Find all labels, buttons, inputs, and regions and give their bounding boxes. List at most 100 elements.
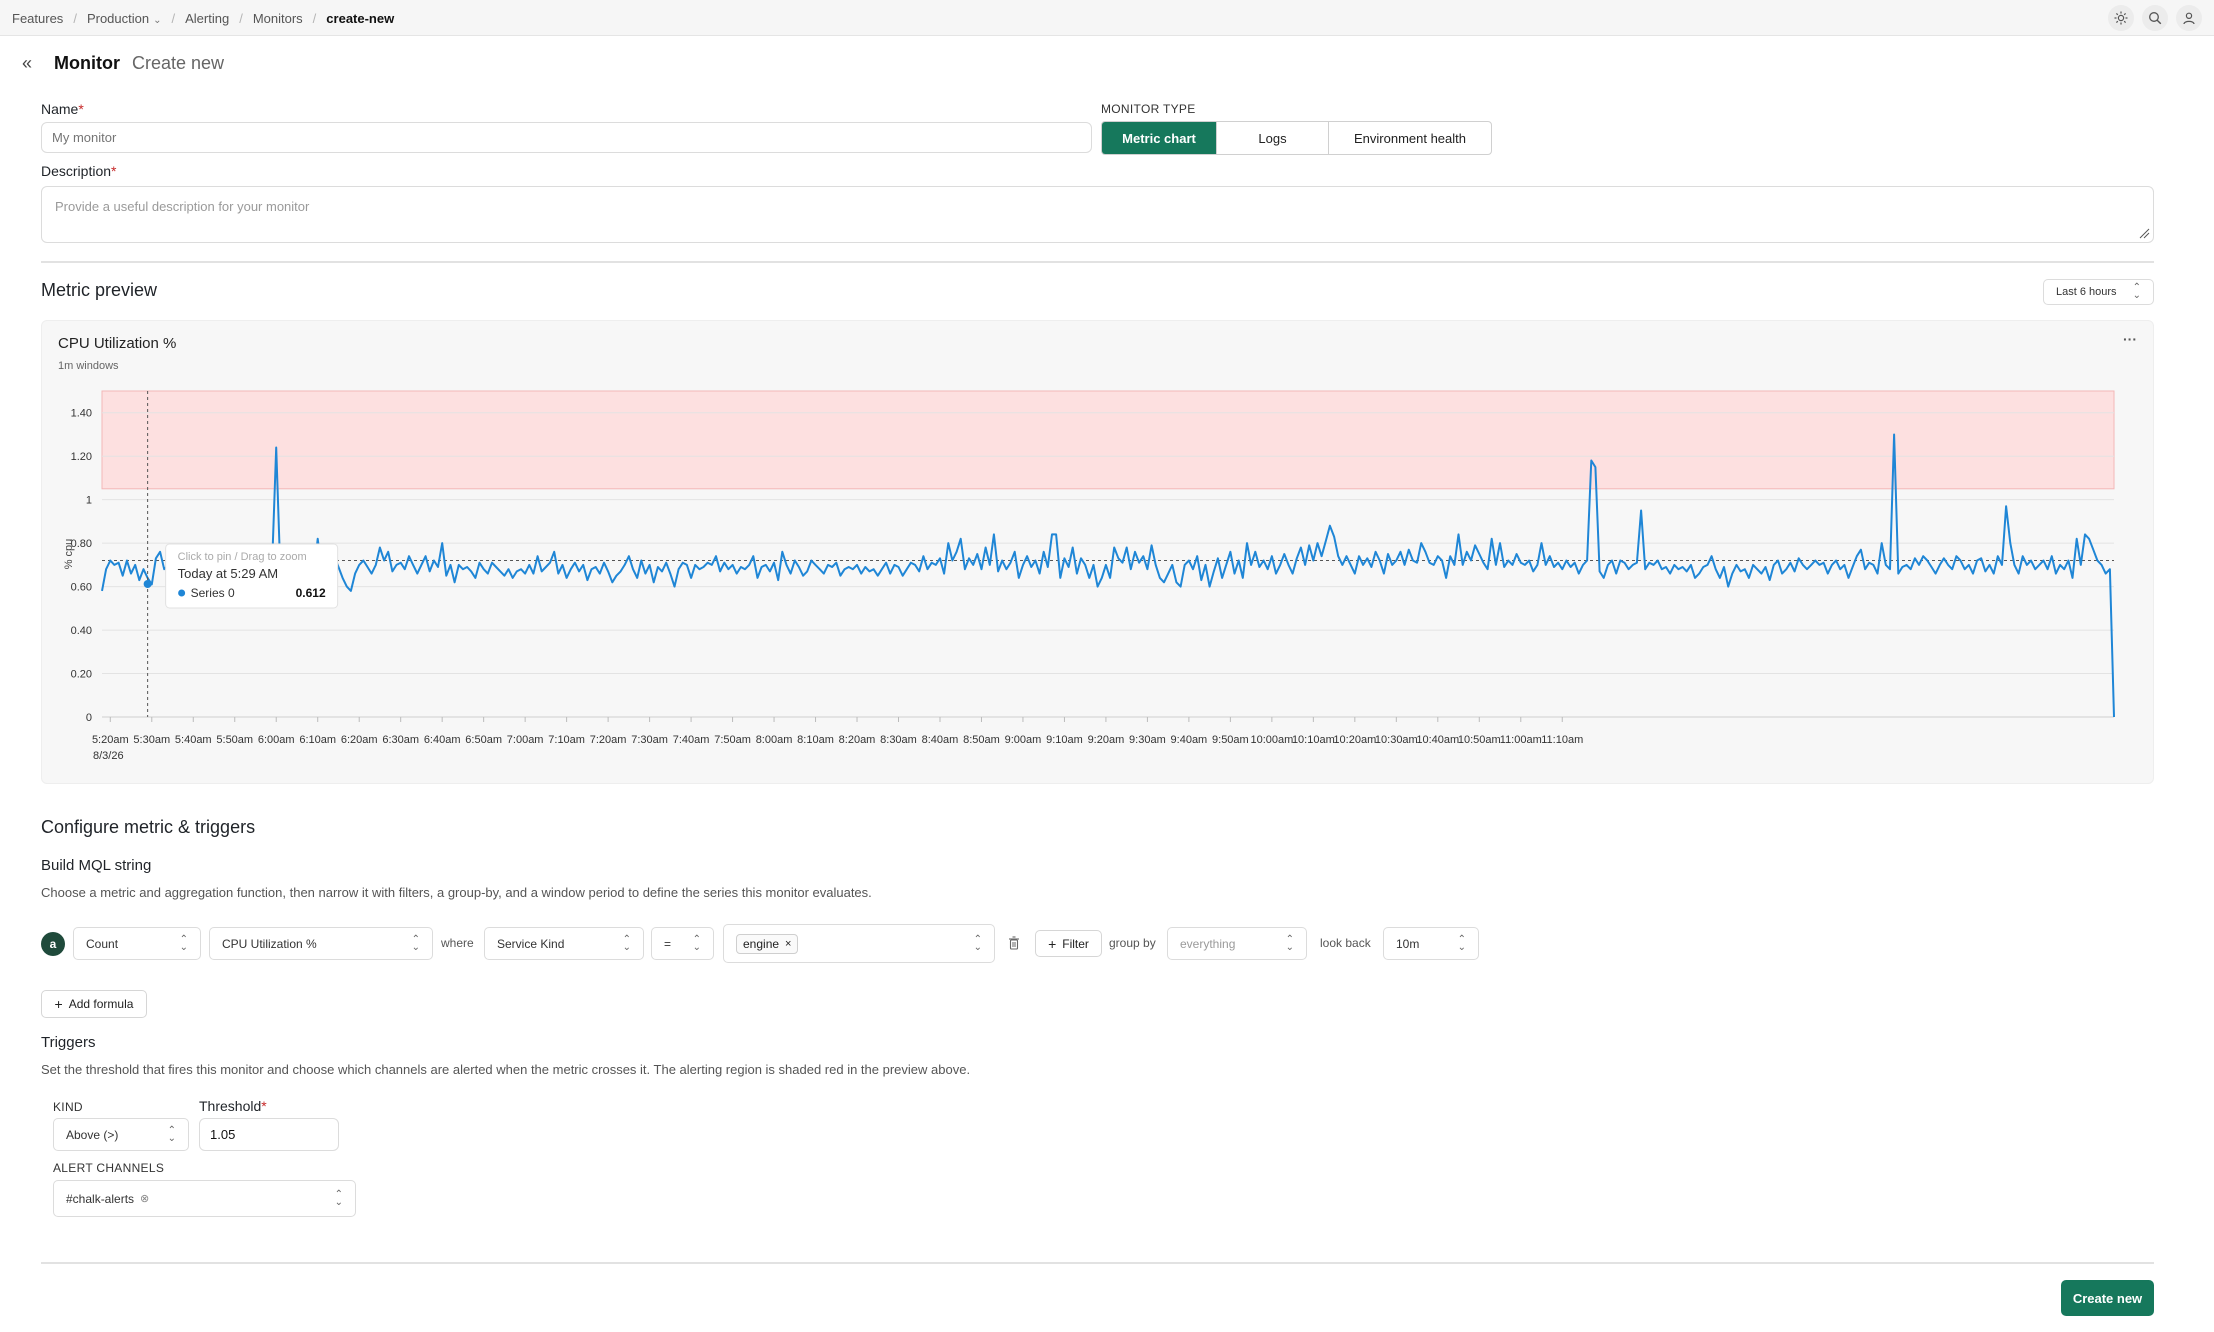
back-button[interactable]: « — [22, 53, 42, 74]
x-tick-label: 9:40am — [1171, 734, 1208, 746]
metric-select[interactable]: CPU Utilization % ⌃ ⌄ — [209, 927, 433, 960]
chevron-updown-icon: ⌃ ⌄ — [334, 1188, 343, 1208]
plus-icon: + — [54, 996, 63, 1012]
remove-channel-icon[interactable]: ⊗ — [140, 1192, 149, 1205]
alert-channel-value: #chalk-alerts — [66, 1191, 135, 1206]
description-textarea[interactable]: Provide a useful description for your mo… — [41, 186, 2154, 243]
plus-icon: + — [1048, 935, 1057, 952]
x-tick-label: 7:50am — [714, 734, 751, 746]
look-back-select[interactable]: 10m ⌃ ⌄ — [1383, 927, 1479, 960]
name-input[interactable] — [41, 122, 1092, 153]
alert-channels-select[interactable]: #chalk-alerts ⊗ ⌃ ⌄ — [53, 1180, 356, 1217]
metric-preview-title: Metric preview — [41, 280, 158, 300]
triggers-description: Set the threshold that fires this monito… — [41, 1062, 971, 1077]
x-tick-label: 6:00am — [258, 734, 295, 746]
x-tick-label: 6:20am — [341, 734, 378, 746]
time-range-value: Last 6 hours — [2056, 286, 2117, 298]
group-by-select[interactable]: everything ⌃ ⌄ — [1167, 927, 1307, 960]
trash-icon[interactable] — [1008, 936, 1020, 950]
mql-description: Choose a metric and aggregation function… — [41, 885, 872, 900]
monitor-type-label: MONITOR TYPE — [1101, 102, 1196, 116]
filter-key-select[interactable]: Service Kind ⌃ ⌄ — [484, 927, 644, 960]
monitor-type-logs[interactable]: Logs — [1217, 122, 1329, 154]
x-tick-label: 6:50am — [465, 734, 502, 746]
x-tick-label: 10:00am — [1250, 734, 1293, 746]
cpu-utilization-chart[interactable]: 00.200.400.600.8011.201.40% cpu5:20am 5:3… — [42, 321, 2155, 785]
tooltip-value: 0.612 — [296, 586, 326, 600]
monitor-type-segmented-control: Metric chart Logs Environment health — [1101, 121, 1492, 155]
description-label: Description* — [41, 163, 117, 179]
chevron-updown-icon: ⌃ ⌄ — [179, 933, 188, 953]
triggers-title: Triggers — [41, 1034, 96, 1051]
x-tick-label: 5:30am — [133, 734, 170, 746]
page-header: « Monitor Create new — [22, 50, 224, 76]
y-tick-label: 1 — [86, 495, 92, 507]
kind-value: Above (>) — [66, 1127, 119, 1142]
filter-button[interactable]: + Filter — [1035, 930, 1102, 957]
group-by-label: group by — [1109, 936, 1156, 950]
query-row-badge: a — [41, 932, 65, 956]
y-tick-label: 0.40 — [71, 625, 92, 637]
filter-chip-label: engine — [743, 936, 780, 951]
theme-toggle-button[interactable] — [2108, 5, 2134, 31]
kind-select[interactable]: Above (>) ⌃ ⌄ — [53, 1118, 189, 1151]
create-new-button[interactable]: Create new — [2061, 1280, 2154, 1316]
operator-select[interactable]: = ⌃ ⌄ — [651, 927, 714, 960]
x-date-label: 8/3/26 — [93, 750, 124, 762]
breadcrumb-monitors[interactable]: Monitors — [253, 11, 303, 26]
x-tick-label: 5:20am — [92, 734, 129, 746]
hover-point — [143, 579, 152, 588]
tooltip-series-name: Series 0 — [191, 586, 235, 600]
breadcrumb-separator: / — [73, 10, 77, 26]
x-tick-label: 6:10am — [299, 734, 336, 746]
x-tick-label: 5:50am — [216, 734, 253, 746]
aggregation-select[interactable]: Count ⌃ ⌄ — [73, 927, 201, 960]
x-tick-label: 9:10am — [1046, 734, 1083, 746]
monitor-type-metric-chart[interactable]: Metric chart — [1102, 122, 1217, 154]
y-tick-label: 1.20 — [71, 451, 92, 463]
breadcrumb-separator: / — [312, 10, 317, 26]
page-title: Monitor — [54, 52, 120, 73]
chevron-updown-icon: ⌃ ⌄ — [411, 933, 420, 953]
search-button[interactable] — [2142, 5, 2168, 31]
configure-title: Configure metric & triggers — [41, 817, 256, 837]
operator-value: = — [664, 936, 672, 951]
x-tick-label: 7:10am — [548, 734, 585, 746]
remove-chip-icon[interactable]: × — [785, 938, 791, 950]
x-tick-label: 5:40am — [175, 734, 212, 746]
breadcrumb-production[interactable]: Production ⌄ — [87, 11, 162, 26]
resize-handle-icon[interactable] — [2138, 227, 2150, 239]
add-formula-button[interactable]: + Add formula — [41, 990, 147, 1018]
look-back-label: look back — [1320, 936, 1371, 950]
x-tick-label: 6:40am — [424, 734, 461, 746]
name-label: Name* — [41, 101, 84, 117]
filter-value-select[interactable]: engine × ⌃ ⌄ — [723, 924, 995, 963]
user-icon — [2183, 12, 2195, 25]
chart-card: CPU Utilization % 1m windows ··· 0 0.20 0.… — [41, 320, 2154, 784]
tooltip-series-dot — [178, 589, 186, 597]
chevron-updown-icon: ⌃ ⌄ — [167, 1124, 176, 1144]
breadcrumb: Features / Production ⌄ / Alerting / Moni… — [12, 0, 394, 36]
account-button[interactable] — [2176, 5, 2202, 31]
breadcrumb-separator: / — [239, 10, 243, 26]
filter-chip: engine × — [736, 933, 799, 954]
search-icon — [2149, 12, 2162, 25]
alert-channels-label: ALERT CHANNELS — [53, 1161, 165, 1175]
x-tick-label: 8:50am — [963, 734, 1000, 746]
chevron-updown-icon: ⌃ ⌄ — [1457, 933, 1466, 953]
time-range-select[interactable]: Last 6 hours ⌃ ⌄ — [2043, 279, 2154, 305]
threshold-input[interactable] — [199, 1118, 339, 1151]
x-tick-label: 7:00am — [507, 734, 544, 746]
aggregation-value: Count — [86, 936, 119, 951]
kind-label: KIND — [53, 1100, 83, 1114]
breadcrumb-separator: / — [171, 10, 176, 26]
x-tick-label: 8:30am — [880, 734, 917, 746]
monitor-type-environment-health[interactable]: Environment health — [1329, 122, 1491, 154]
x-tick-label: 7:30am — [631, 734, 668, 746]
description-placeholder: Provide a useful description for your mo… — [55, 199, 310, 214]
breadcrumb-features[interactable]: Features — [12, 11, 63, 26]
breadcrumb-alerting[interactable]: Alerting — [185, 11, 229, 26]
sun-icon — [2114, 11, 2128, 25]
x-tick-label: 10:50am — [1458, 734, 1501, 746]
chevron-updown-icon: ⌃ ⌄ — [973, 933, 982, 953]
